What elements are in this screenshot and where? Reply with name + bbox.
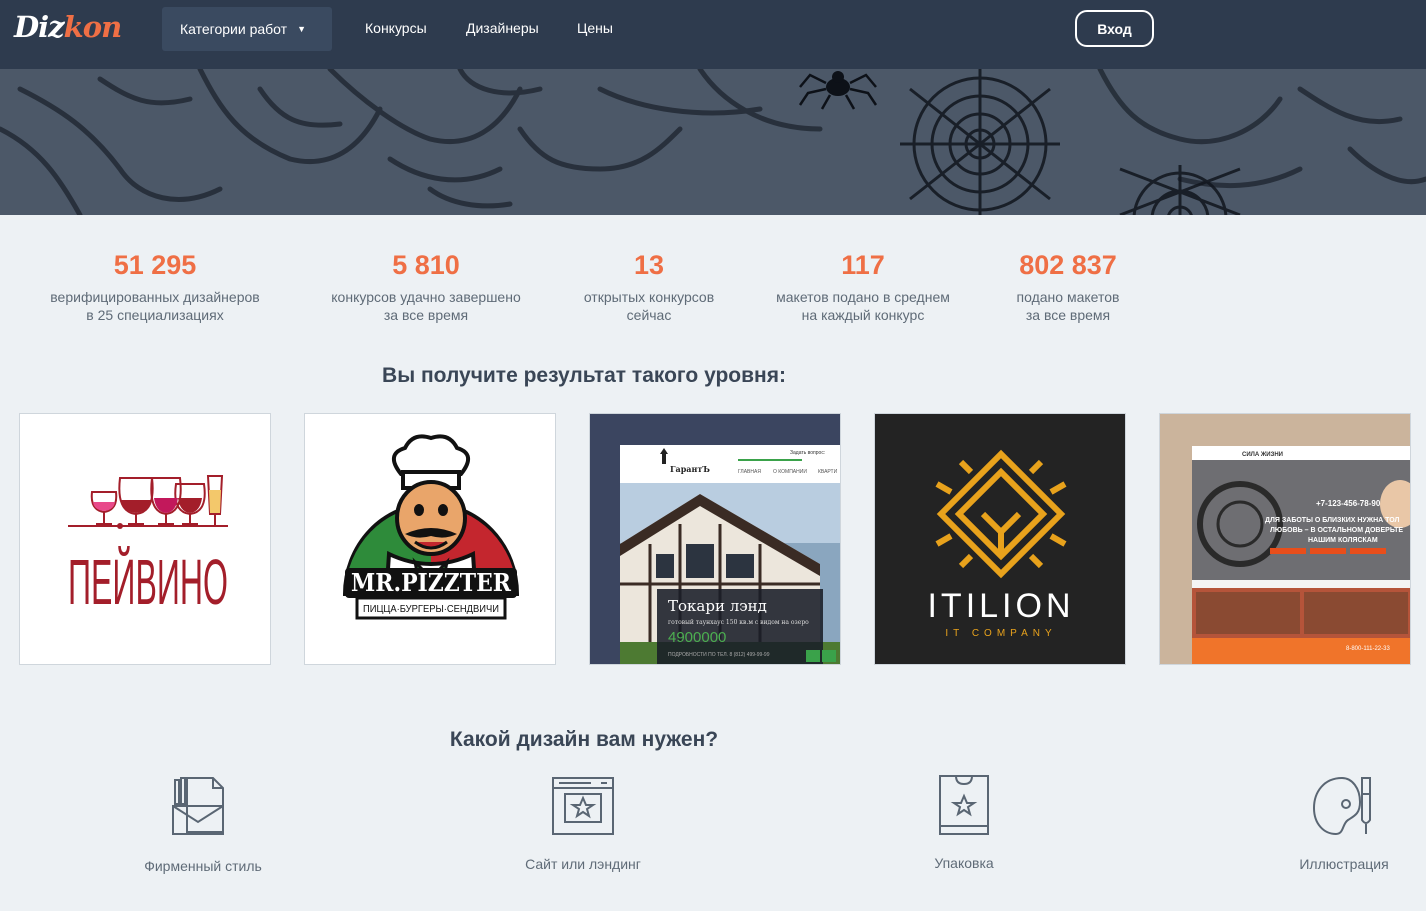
design-type-heading: Какой дизайн вам нужен? (449, 728, 719, 751)
stat-value: 802 837 (1019, 250, 1117, 280)
sila-headline-3: НАШИМ КОЛЯСКАМ (1308, 537, 1378, 544)
category-label: Упаковка (934, 855, 994, 871)
logo-text-part2: kon (63, 10, 123, 44)
itilion-subtitle: IT COMPANY (945, 628, 1056, 639)
hero-banner (0, 69, 1426, 215)
portfolio-card-garant-landing[interactable]: Задать вопрос: ГарантЪ ГЛАВНАЯ О КОМПАНИ… (589, 413, 841, 665)
stat-contests-done: 5 810 конкурсов удачно завершено за все … (311, 249, 541, 324)
categories-dropdown-label: Категории работ (180, 21, 288, 37)
stat-label-line2: сейчас (626, 307, 672, 323)
garant-landing-screenshot: Задать вопрос: ГарантЪ ГЛАВНАЯ О КОМПАНИ… (590, 414, 840, 664)
garant-menu-2: О КОМПАНИИ (773, 469, 807, 475)
sila-zhizni-landing-screenshot: СИЛА ЖИЗНИ +7-123-456-78-90 ДЛЯ ЗАБОТЫ О… (1160, 414, 1410, 664)
sila-headline-1: ДЛЯ ЗАБОТЫ О БЛИЗКИХ НУЖНА ТОЛ (1265, 517, 1400, 524)
stat-value: 13 (633, 250, 665, 280)
nav-link-contests[interactable]: Конкурсы (365, 20, 427, 36)
nav-link-prices[interactable]: Цены (577, 20, 613, 36)
packaging-icon (939, 775, 989, 835)
category-packaging[interactable]: Упаковка (854, 774, 1074, 871)
sila-brand: СИЛА ЖИЗНИ (1242, 452, 1283, 458)
category-label: Иллюстрация (1299, 856, 1389, 872)
portfolio-card-sila-zhizni[interactable]: СИЛА ЖИЗНИ +7-123-456-78-90 ДЛЯ ЗАБОТЫ О… (1159, 413, 1411, 665)
category-label: Фирменный стиль (144, 858, 262, 874)
garant-top-note: Задать вопрос: (790, 450, 825, 456)
stat-open-contests: 13 открытых конкурсов сейчас (549, 249, 749, 324)
itilion-name: ITILION (927, 587, 1074, 625)
stat-designers: 51 295 верифицированных дизайнеров в 25 … (40, 249, 270, 324)
login-button[interactable]: Вход (1075, 10, 1154, 47)
garant-price: 4900000 (668, 629, 726, 646)
stat-value: 51 295 (113, 250, 197, 280)
garant-menu-3: КВАРТИ (818, 469, 838, 475)
logo-text-part1: Diz (14, 10, 65, 44)
chevron-down-icon: ▼ (297, 24, 306, 34)
results-heading: Вы получите результат такого уровня: (382, 364, 786, 387)
garant-phone: ПОДРОБНОСТИ ПО ТЕЛ. 8 (812) 499-99-99 (668, 652, 770, 658)
stat-label-line1: подано макетов (1016, 289, 1120, 305)
pizzter-logo-subtitle: ПИЦЦА·БУРГЕРЫ·СЕНДВИЧИ (363, 604, 499, 615)
stat-value: 117 (841, 250, 885, 280)
category-website[interactable]: Сайт или лэндинг (473, 774, 693, 872)
garant-brand: ГарантЪ (670, 464, 710, 474)
peivino-logo-image: ПЕЙВИНО (68, 475, 228, 618)
stat-label-line2: в 25 специализациях (86, 307, 224, 323)
portfolio-card-peivino[interactable]: ПЕЙВИНО (19, 413, 271, 665)
category-label: Сайт или лэндинг (525, 856, 641, 872)
portfolio-card-itilion[interactable]: ITILION IT COMPANY (874, 413, 1126, 665)
top-navbar: Dizkon Категории работ ▼ Конкурсы Дизайн… (0, 0, 1426, 69)
stat-label-line2: за все время (1025, 307, 1111, 323)
stat-total-submissions: 802 837 подано макетов за все время (978, 249, 1158, 324)
stat-label-line1: верифицированных дизайнеров (50, 289, 260, 305)
category-brand-identity[interactable]: Фирменный стиль (93, 774, 313, 874)
sila-headline-2: ЛЮБОВЬ – В ОСТАЛЬНОМ ДОВЕРЬТЕ (1270, 527, 1403, 534)
pizzter-logo-image: MR.PIZZTER ПИЦЦА·БУРГЕРЫ·СЕНДВИЧИ (342, 434, 520, 620)
category-illustration[interactable]: Иллюстрация (1234, 774, 1426, 872)
stat-label-line1: открытых конкурсов (583, 289, 715, 305)
stat-avg-submissions: 117 макетов подано в среднем на каждый к… (758, 249, 968, 324)
garant-description: готовый таунхаус 150 кв.м с видом на озе… (668, 619, 809, 626)
portfolio-card-pizzter[interactable]: MR.PIZZTER ПИЦЦА·БУРГЕРЫ·СЕНДВИЧИ (304, 413, 556, 665)
brand-identity-icon (172, 777, 224, 835)
website-icon (552, 777, 614, 835)
stat-label-line2: за все время (383, 307, 469, 323)
stat-label-line1: конкурсов удачно завершено (331, 289, 521, 305)
sila-phone-2: 8-800-111-22-33 (1346, 646, 1390, 652)
pizzter-logo-title: MR.PIZZTER (351, 568, 512, 597)
stat-label-line1: макетов подано в среднем (776, 289, 950, 305)
logo[interactable]: Dizkon (14, 10, 123, 44)
garant-title: Токари лэнд (668, 597, 767, 615)
illustration-icon (1312, 776, 1371, 836)
garant-menu-1: ГЛАВНАЯ (738, 469, 761, 475)
categories-dropdown-button[interactable]: Категории работ ▼ (162, 7, 332, 51)
stat-label-line2: на каждый конкурс (801, 307, 925, 323)
halloween-sketch-illustration (0, 69, 1426, 215)
sila-phone: +7-123-456-78-90 (1316, 499, 1381, 508)
nav-link-designers[interactable]: Дизайнеры (466, 20, 539, 36)
peivino-logo-text: ПЕЙВИНО (68, 545, 228, 618)
stat-value: 5 810 (392, 250, 460, 280)
itilion-logo-image: ITILION IT COMPANY (875, 414, 1125, 664)
